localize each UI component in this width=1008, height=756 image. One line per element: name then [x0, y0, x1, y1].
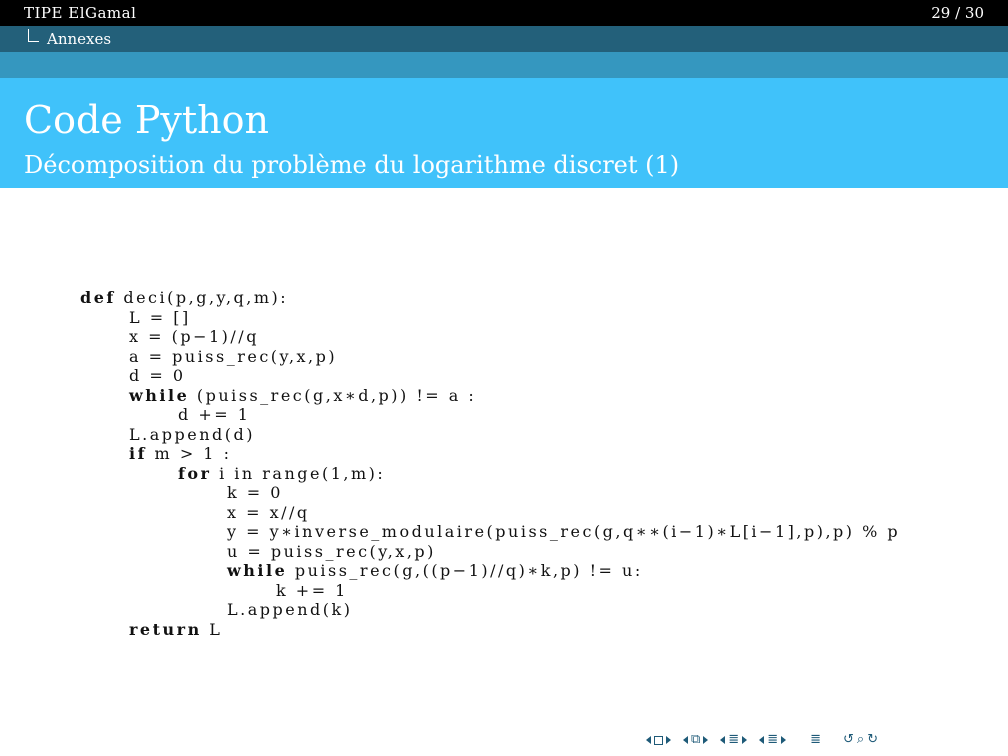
presentation-title: TIPE ElGamal	[24, 4, 137, 22]
code-text: (puiss_rec(g,x∗d,p)) != a :	[189, 385, 477, 405]
headline-bar: TIPE ElGamal 29 / 30	[0, 0, 1008, 26]
code-text: d += 1	[178, 405, 251, 424]
code-line: k += 1	[80, 581, 900, 601]
search-icon[interactable]: ↺ ⌕ ↻	[843, 733, 878, 747]
subsection-nav-icon[interactable]: ⧉	[683, 733, 709, 747]
code-text: y = y∗inverse_modulaire(puiss_rec(g,q∗∗(…	[227, 522, 901, 541]
code-line: return L	[80, 620, 900, 640]
page-indicator: 29 / 30	[931, 4, 984, 22]
code-text: L.append(d)	[129, 424, 255, 444]
code-text: x = x//q	[227, 502, 310, 522]
code-keyword: def	[80, 288, 116, 307]
code-line: while (puiss_rec(g,x∗d,p)) != a :	[80, 386, 900, 406]
code-text: L.append(k)	[227, 600, 353, 619]
code-text: x = (p−1)//q	[129, 327, 259, 346]
code-text: L	[201, 619, 223, 639]
code-text: L = []	[129, 307, 191, 327]
code-text: k = 0	[227, 483, 283, 502]
frame-subtitle: Décomposition du problème du logarithme …	[24, 151, 680, 179]
section-bar: Annexes	[0, 26, 1008, 52]
tree-corner-icon	[28, 29, 39, 42]
code-line: L.append(k)	[80, 600, 900, 620]
code-text: u = puiss_rec(y,x,p)	[227, 541, 436, 561]
subsection-list-nav-icon[interactable]: ≣	[759, 733, 787, 747]
code-line: d = 0	[80, 366, 900, 386]
code-block: def deci(p,g,y,q,m): L = [] x = (p−1)//q a …	[80, 288, 900, 639]
navigation-bar: ⧉ ≣ ≣ ≣ ↺ ⌕ ↻	[646, 732, 886, 748]
code-line: def deci(p,g,y,q,m):	[80, 288, 900, 308]
section-label: Annexes	[47, 30, 112, 48]
section-nav-icon[interactable]: ≣	[720, 733, 748, 747]
code-text: deci(p,g,y,q,m):	[115, 288, 289, 307]
code-text: k += 1	[276, 580, 348, 600]
code-text: i in range(1,m):	[211, 463, 386, 483]
frame-nav-icon[interactable]	[646, 735, 671, 745]
align-icon[interactable]: ≣	[810, 733, 821, 747]
code-line: if m > 1 :	[80, 444, 900, 464]
code-line: k = 0	[80, 483, 900, 503]
decorative-band	[0, 52, 1008, 78]
code-line: y = y∗inverse_modulaire(puiss_rec(g,q∗∗(…	[80, 522, 900, 542]
frame-title-bar: Code Python Décomposition du problème du…	[0, 78, 1008, 188]
code-text: d = 0	[129, 366, 186, 385]
code-text: m > 1 :	[146, 444, 232, 463]
code-line: a = puiss_rec(y,x,p)	[80, 347, 900, 367]
code-line: x = (p−1)//q	[80, 327, 900, 347]
code-line: L.append(d)	[80, 425, 900, 445]
code-line: d += 1	[80, 405, 900, 425]
code-line: L = []	[80, 308, 900, 328]
code-keyword: while	[129, 385, 190, 405]
code-keyword: return	[129, 619, 202, 639]
frame-title: Code Python	[24, 98, 269, 142]
code-line: x = x//q	[80, 503, 900, 523]
code-text: puiss_rec(g,((p−1)//q)∗k,p) != u:	[287, 561, 643, 580]
code-line: for i in range(1,m):	[80, 464, 900, 484]
code-keyword: if	[129, 444, 147, 463]
code-line: u = puiss_rec(y,x,p)	[80, 542, 900, 562]
code-keyword: while	[227, 561, 288, 580]
code-line: while puiss_rec(g,((p−1)//q)∗k,p) != u:	[80, 561, 900, 581]
code-keyword: for	[178, 463, 212, 483]
code-text: a = puiss_rec(y,x,p)	[129, 346, 338, 366]
